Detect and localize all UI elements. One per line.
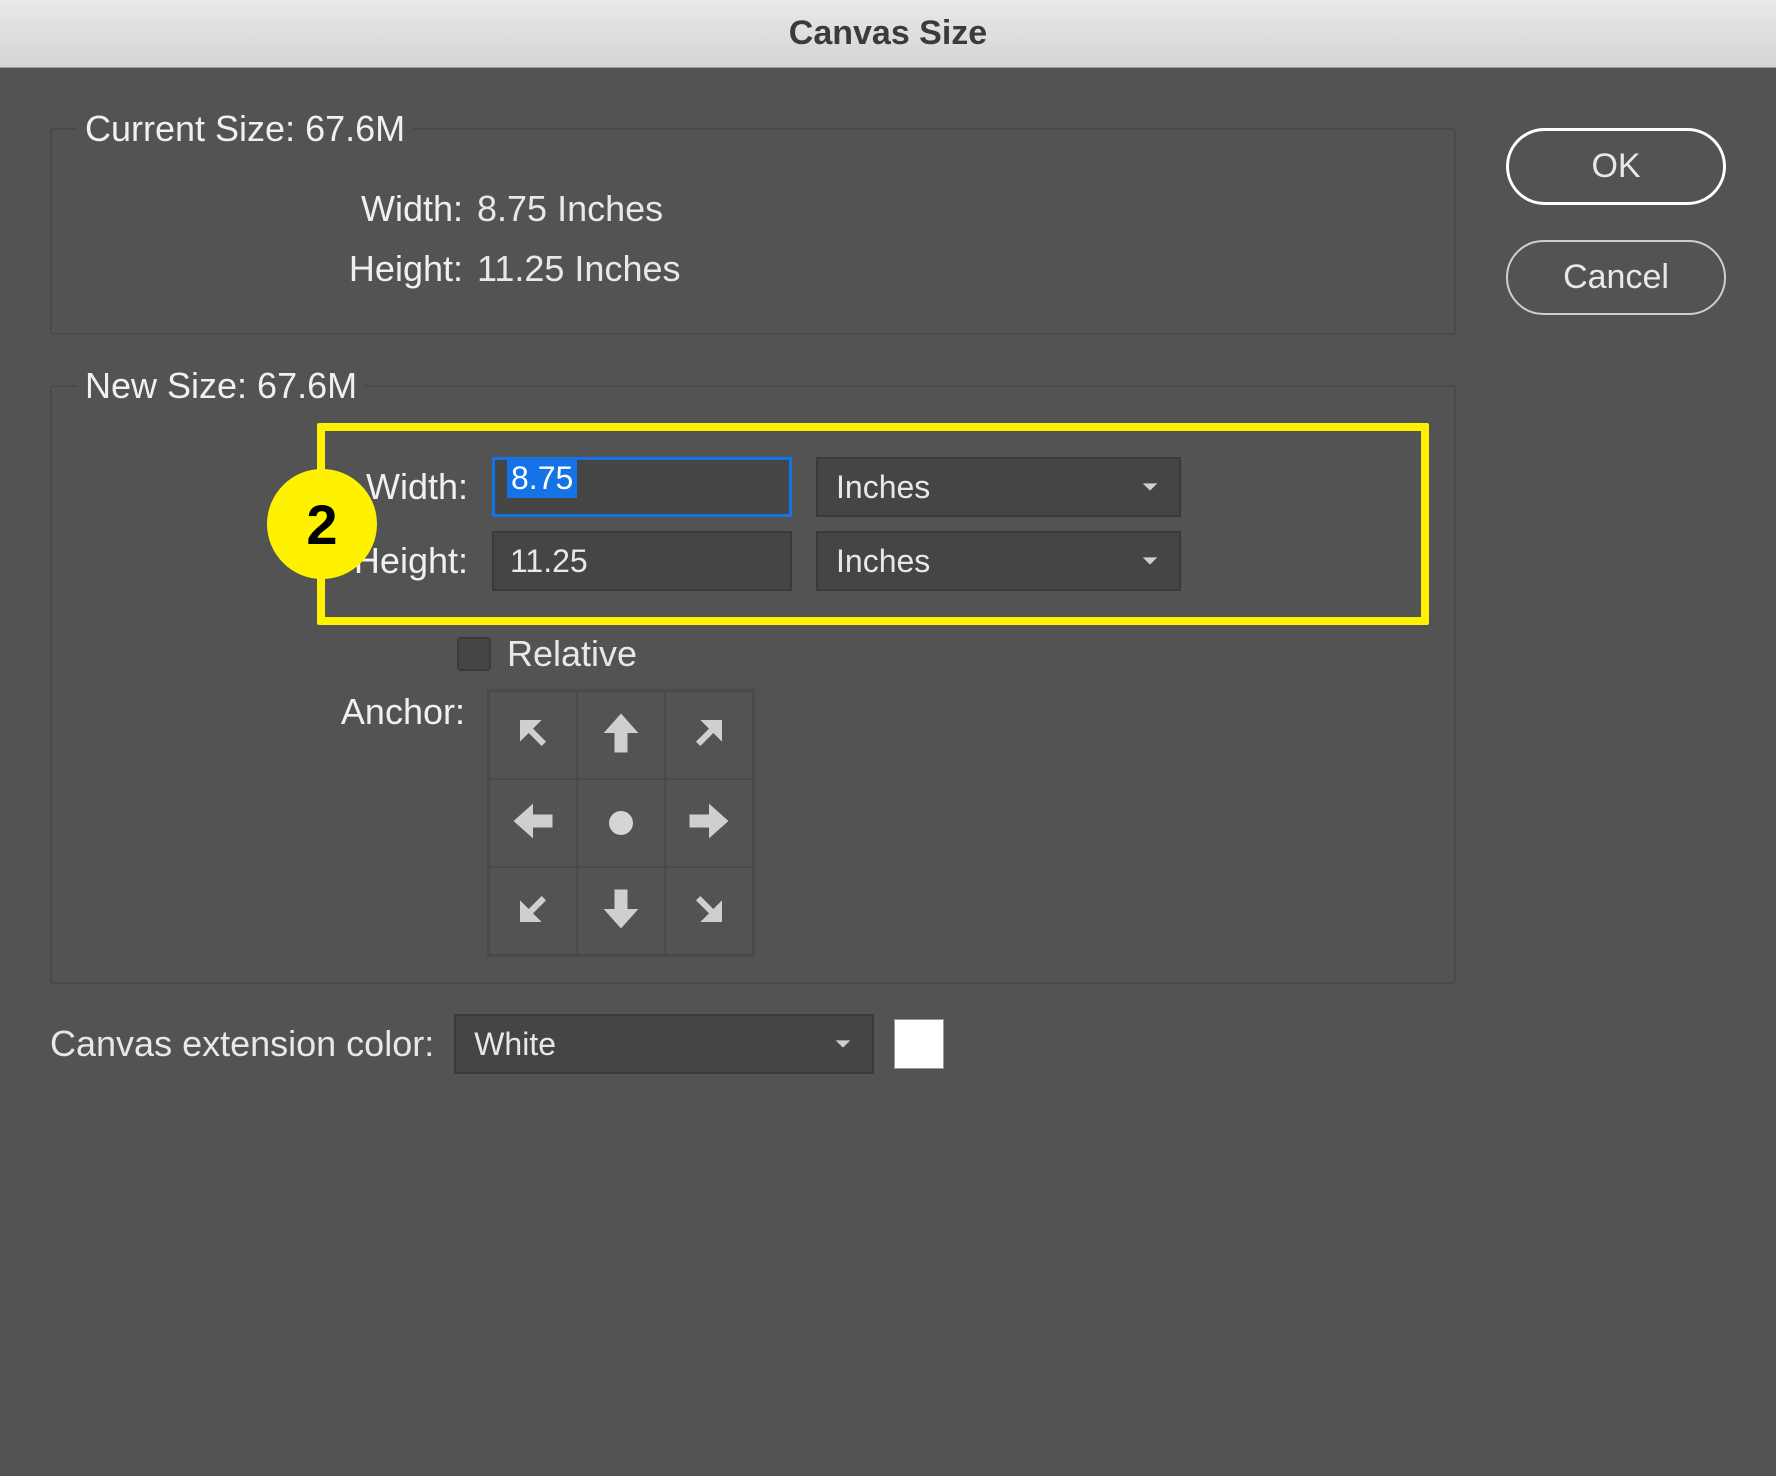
new-height-unit-value: Inches: [836, 543, 930, 580]
dialog-body: Current Size: 67.6M Width: 8.75 Inches H…: [0, 68, 1776, 1476]
arrow-up-right-icon: [683, 707, 735, 764]
anchor-center[interactable]: [577, 779, 665, 867]
anchor-right[interactable]: [665, 779, 753, 867]
arrow-left-icon: [507, 795, 559, 852]
step-badge: 2: [267, 469, 377, 579]
extension-color-swatch[interactable]: [894, 1019, 944, 1069]
chevron-down-icon: [1139, 543, 1161, 580]
chevron-down-icon: [832, 1026, 854, 1063]
new-size-legend: New Size: 67.6M: [77, 365, 365, 407]
arrow-up-icon: [595, 707, 647, 764]
main-column: Current Size: 67.6M Width: 8.75 Inches H…: [50, 108, 1456, 1446]
arrow-up-left-icon: [507, 707, 559, 764]
arrow-down-right-icon: [683, 883, 735, 940]
current-size-legend: Current Size: 67.6M: [77, 108, 413, 150]
current-size-group: Current Size: 67.6M Width: 8.75 Inches H…: [50, 108, 1456, 335]
extension-color-dropdown[interactable]: White: [454, 1014, 874, 1074]
step-highlight: 2 Width: 8.75 Inches: [77, 423, 1429, 625]
new-size-group: New Size: 67.6M 2 Width: 8.75 Inches: [50, 365, 1456, 984]
new-height-input[interactable]: 11.25: [492, 531, 792, 591]
anchor-label: Anchor:: [77, 689, 487, 733]
extension-color-label: Canvas extension color:: [50, 1023, 434, 1065]
cancel-button[interactable]: Cancel: [1506, 240, 1726, 315]
anchor-center-dot-icon: [609, 811, 633, 835]
anchor-bottom[interactable]: [577, 867, 665, 955]
anchor-bottom-left[interactable]: [489, 867, 577, 955]
ok-button[interactable]: OK: [1506, 128, 1726, 205]
titlebar: Canvas Size: [0, 0, 1776, 68]
new-height-unit-dropdown[interactable]: Inches: [816, 531, 1181, 591]
new-width-input[interactable]: 8.75: [492, 457, 792, 517]
arrow-down-icon: [595, 883, 647, 940]
chevron-down-icon: [1139, 469, 1161, 506]
anchor-grid: [487, 689, 755, 957]
arrow-right-icon: [683, 795, 735, 852]
current-width-label: Width:: [77, 188, 477, 230]
new-width-unit-dropdown[interactable]: Inches: [816, 457, 1181, 517]
anchor-bottom-right[interactable]: [665, 867, 753, 955]
current-height-value: 11.25 Inches: [477, 248, 680, 290]
extension-color-value: White: [474, 1026, 556, 1063]
arrow-down-left-icon: [507, 883, 559, 940]
new-width-unit-value: Inches: [836, 469, 930, 506]
anchor-top-left[interactable]: [489, 691, 577, 779]
anchor-top[interactable]: [577, 691, 665, 779]
relative-checkbox[interactable]: [457, 637, 491, 671]
anchor-top-right[interactable]: [665, 691, 753, 779]
anchor-left[interactable]: [489, 779, 577, 867]
relative-label: Relative: [507, 633, 637, 675]
dialog-title: Canvas Size: [789, 14, 987, 52]
current-width-value: 8.75 Inches: [477, 188, 663, 230]
current-height-label: Height:: [77, 248, 477, 290]
